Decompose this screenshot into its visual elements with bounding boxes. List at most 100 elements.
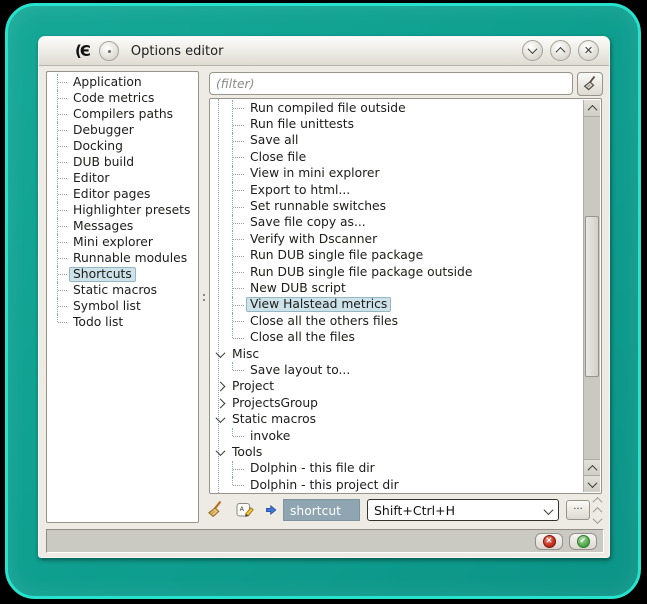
scroll-up-button[interactable] — [584, 100, 600, 117]
sidebar-item-debugger[interactable]: Debugger — [47, 122, 198, 138]
expander-chevron — [216, 398, 226, 408]
tree-row[interactable]: Run DUB single file package — [211, 248, 583, 264]
dropdown-arrow-icon — [544, 505, 554, 515]
sidebar-item-label: Highlighter presets — [69, 203, 194, 218]
sidebar-item-runnable-modules[interactable]: Runnable modules — [47, 250, 198, 266]
sidebar-item-label: Editor — [69, 171, 113, 186]
tree-rows: Run compiled file outside Run file unitt… — [211, 100, 583, 492]
tree-item-label: Dolphin - this project dir — [246, 478, 403, 492]
sidebar-item-docking[interactable]: Docking — [47, 138, 198, 154]
tree-connector — [57, 106, 69, 122]
tree-row[interactable]: Misc — [211, 346, 583, 362]
accept-icon: ✓ — [577, 535, 590, 548]
chevron-up-icon — [587, 464, 597, 474]
tree-connector — [232, 248, 246, 264]
tree-connector — [232, 297, 246, 313]
key-pencil-icon: A — [236, 502, 255, 519]
scroll-down-button[interactable] — [584, 475, 600, 492]
filter-input[interactable] — [209, 72, 573, 95]
close-button[interactable]: ✕ — [578, 40, 599, 61]
tree-connector — [57, 282, 69, 298]
sidebar-item-label: Code metrics — [69, 91, 158, 106]
tree-row[interactable]: Close all the files — [211, 329, 583, 345]
sidebar-item-label: Docking — [69, 139, 127, 154]
tree-row[interactable]: View Halstead metrics — [211, 297, 583, 313]
tree-item-label: ProjectsGroup — [228, 396, 322, 411]
broom-button[interactable] — [205, 500, 225, 520]
options-editor-window: (Є Options editor ✕ Application Code met… — [38, 36, 610, 558]
tree-row[interactable]: Static macros — [211, 411, 583, 427]
tree-connector — [57, 234, 69, 250]
sidebar-item-editor[interactable]: Editor — [47, 170, 198, 186]
expander-chevron — [216, 413, 226, 423]
splitter[interactable] — [199, 71, 208, 523]
shortcut-value-combo[interactable]: Shift+Ctrl+H — [367, 499, 559, 521]
tree-row[interactable]: Save file copy as... — [211, 215, 583, 231]
tree-row[interactable]: Project — [211, 379, 583, 395]
tree-item-label: Save file copy as... — [246, 215, 370, 230]
clear-filter-button[interactable] — [577, 72, 603, 96]
scroll-up-button-bottom[interactable] — [584, 459, 600, 476]
svg-text:A: A — [240, 505, 245, 513]
tree-connector — [232, 264, 246, 280]
cancel-button[interactable]: ✕ — [535, 533, 563, 550]
titlebar[interactable]: (Є Options editor ✕ — [39, 37, 609, 66]
tree-row[interactable]: Set runnable switches — [211, 198, 583, 214]
tree-item-label: Close all the files — [246, 330, 359, 345]
tree-row[interactable]: Close file — [211, 149, 583, 165]
chevron-down-icon — [587, 478, 597, 488]
sidebar-item-dub-build[interactable]: DUB build — [47, 154, 198, 170]
tree-row[interactable]: Save layout to... — [211, 362, 583, 378]
tree-connector — [232, 461, 246, 477]
scrollbar-track[interactable] — [584, 116, 600, 460]
mini-scrollbar — [594, 497, 601, 524]
tree-row[interactable]: Export to html... — [211, 182, 583, 198]
maximize-button[interactable] — [550, 40, 571, 61]
sidebar-item-mini-explorer[interactable]: Mini explorer — [47, 234, 198, 250]
tree-item-label: Dolphin - this file dir — [246, 461, 379, 476]
more-button[interactable]: ... — [566, 500, 590, 520]
tree-row[interactable]: New DUB script — [211, 280, 583, 296]
property-name-label[interactable]: shortcut — [283, 499, 360, 521]
expander-icon[interactable] — [213, 346, 228, 362]
tree-row[interactable]: Verify with Dscanner — [211, 231, 583, 247]
expander-icon[interactable] — [213, 444, 228, 460]
sidebar-item-highlighter-presets[interactable]: Highlighter presets — [47, 202, 198, 218]
sidebar-item-static-macros[interactable]: Static macros — [47, 282, 198, 298]
cancel-icon: ✕ — [543, 535, 556, 548]
expander-icon[interactable] — [213, 379, 228, 395]
tree-row[interactable]: Close all the others files — [211, 313, 583, 329]
tree-row[interactable]: Run file unittests — [211, 116, 583, 132]
sidebar-item-messages[interactable]: Messages — [47, 218, 198, 234]
sidebar-item-symbol-list[interactable]: Symbol list — [47, 298, 198, 314]
expander-icon[interactable] — [213, 395, 228, 411]
expander-icon[interactable] — [213, 411, 228, 427]
sidebar-item-todo-list[interactable]: Todo list — [47, 314, 198, 330]
sidebar-item-application[interactable]: Application — [47, 74, 198, 90]
minimize-button[interactable] — [522, 40, 543, 61]
tree-row[interactable]: Run compiled file outside — [211, 100, 583, 116]
window-menu-button[interactable] — [99, 41, 119, 61]
tree-item-label: Run DUB single file package — [246, 248, 427, 263]
edit-shortcut-button[interactable]: A — [236, 502, 255, 519]
tree-scrollbar[interactable] — [583, 100, 600, 492]
tree-row[interactable]: Run DUB single file package outside — [211, 264, 583, 280]
tree-row[interactable]: invoke — [211, 428, 583, 444]
tree-row[interactable]: Tools — [211, 444, 583, 460]
tree-connector — [232, 428, 246, 444]
tree-row[interactable]: View in mini explorer — [211, 166, 583, 182]
sidebar-item-compilers-paths[interactable]: Compilers paths — [47, 106, 198, 122]
accept-button[interactable]: ✓ — [569, 533, 597, 550]
sidebar-item-editor-pages[interactable]: Editor pages — [47, 186, 198, 202]
splitter-grip-icon — [203, 294, 205, 296]
tree-connector — [57, 74, 69, 90]
tree-row[interactable]: Save all — [211, 133, 583, 149]
sidebar-item-code-metrics[interactable]: Code metrics — [47, 90, 198, 106]
expander-chevron — [216, 348, 226, 358]
tree-row[interactable]: Dolphin - this project dir — [211, 477, 583, 492]
scrollbar-thumb[interactable] — [585, 216, 599, 378]
tree-row[interactable]: Dolphin - this file dir — [211, 461, 583, 477]
tree-row[interactable]: ProjectsGroup — [211, 395, 583, 411]
window-title: Options editor — [131, 44, 224, 59]
sidebar-item-shortcuts[interactable]: Shortcuts — [47, 266, 198, 282]
